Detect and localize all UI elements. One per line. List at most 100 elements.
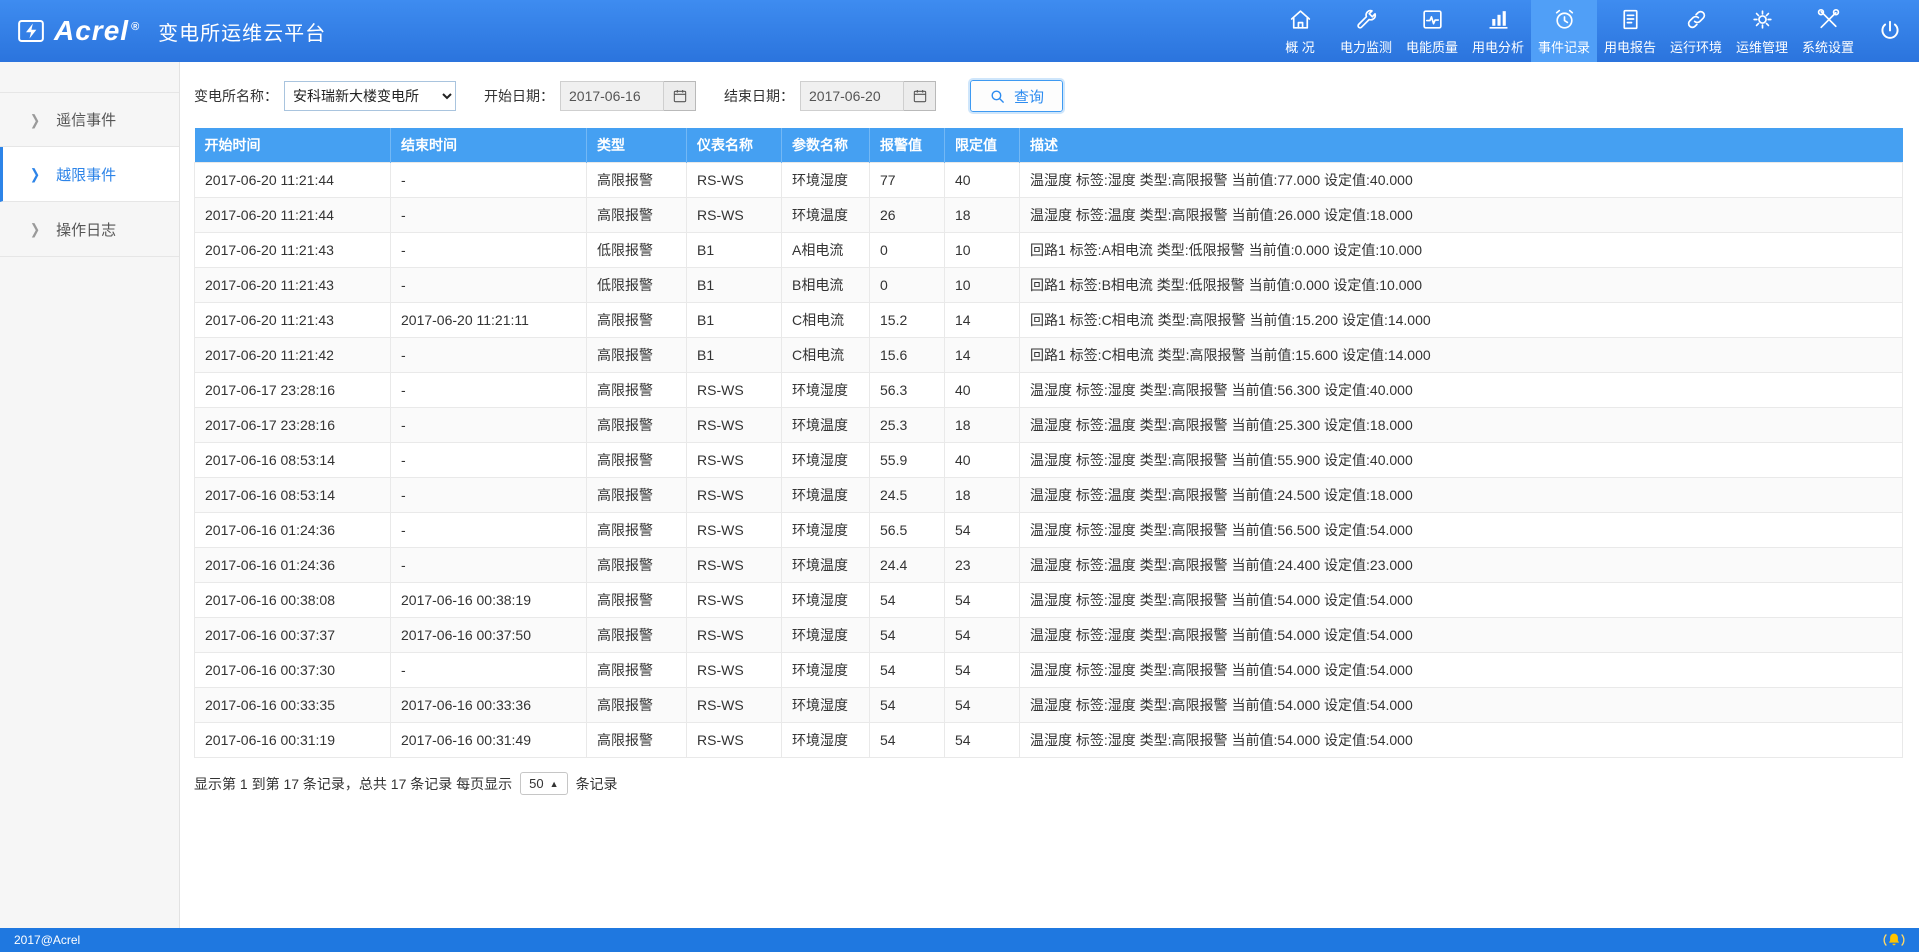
table-cell: 低限报警 xyxy=(587,268,687,303)
footer-bar: 2017@Acrel xyxy=(0,928,1919,952)
chevron-right-icon: ❯ xyxy=(30,111,40,128)
column-header-type[interactable]: 类型 xyxy=(587,128,687,163)
page-title: 变电所运维云平台 xyxy=(150,0,326,62)
table-cell: 54 xyxy=(945,583,1020,618)
station-select[interactable]: 安科瑞新大楼变电所 xyxy=(284,81,456,111)
sidebar: ❯ 遥信事件 ❯ 越限事件 ❯ 操作日志 xyxy=(0,62,180,928)
table-cell: 环境温度 xyxy=(782,198,870,233)
table-cell: 回路1 标签:C相电流 类型:高限报警 当前值:15.600 设定值:14.00… xyxy=(1020,338,1903,373)
table-cell: 18 xyxy=(945,478,1020,513)
table-cell: A相电流 xyxy=(782,233,870,268)
end-date-calendar-button[interactable] xyxy=(904,81,936,111)
sidebar-item-limit-violation-events[interactable]: ❯ 越限事件 xyxy=(0,147,179,202)
table-cell: 54 xyxy=(945,723,1020,758)
alarm-bell-button[interactable] xyxy=(1883,930,1905,950)
end-date-input[interactable] xyxy=(800,81,904,111)
table-cell: RS-WS xyxy=(687,443,782,478)
column-header-alarm-value[interactable]: 报警值 xyxy=(870,128,945,163)
table-cell: B1 xyxy=(687,338,782,373)
table-cell: 回路1 标签:A相电流 类型:低限报警 当前值:0.000 设定值:10.000 xyxy=(1020,233,1903,268)
link-icon xyxy=(1684,7,1709,32)
table-cell: 54 xyxy=(945,653,1020,688)
table-cell: 2017-06-16 00:31:19 xyxy=(195,723,391,758)
nav-label: 运行环境 xyxy=(1670,37,1722,56)
table-cell: 40 xyxy=(945,443,1020,478)
table-cell: 54 xyxy=(945,688,1020,723)
alarm-clock-icon xyxy=(1552,7,1577,32)
table-cell: 高限报警 xyxy=(587,723,687,758)
table-cell: - xyxy=(391,163,587,198)
nav-item-usage-analysis[interactable]: 用电分析 xyxy=(1465,0,1531,62)
start-date-group xyxy=(560,81,696,111)
sidebar-item-label: 操作日志 xyxy=(56,219,116,240)
table-cell: 环境湿度 xyxy=(782,688,870,723)
table-cell: 温湿度 标签:湿度 类型:高限报警 当前值:54.000 设定值:54.000 xyxy=(1020,723,1903,758)
caret-up-icon: ▲ xyxy=(550,779,559,789)
table-cell: 77 xyxy=(870,163,945,198)
column-header-parameter-name[interactable]: 参数名称 xyxy=(782,128,870,163)
nav-item-event-records[interactable]: 事件记录 xyxy=(1531,0,1597,62)
start-date-input[interactable] xyxy=(560,81,664,111)
table-row: 2017-06-20 11:21:43-低限报警B1A相电流010回路1 标签:… xyxy=(195,233,1903,268)
table-cell: - xyxy=(391,513,587,548)
table-row: 2017-06-16 08:53:14-高限报警RS-WS环境湿度55.940温… xyxy=(195,443,1903,478)
table-cell: RS-WS xyxy=(687,478,782,513)
app-window: Acrel® 变电所运维云平台 概 况 电力监测 电能质 xyxy=(0,0,1919,952)
nav-item-power-quality[interactable]: 电能质量 xyxy=(1399,0,1465,62)
table-cell: 2017-06-16 00:31:49 xyxy=(391,723,587,758)
column-header-description[interactable]: 描述 xyxy=(1020,128,1903,163)
table-cell: 24.4 xyxy=(870,548,945,583)
table-cell: - xyxy=(391,338,587,373)
table-cell: RS-WS xyxy=(687,408,782,443)
table-cell: - xyxy=(391,198,587,233)
events-table: 开始时间 结束时间 类型 仪表名称 参数名称 报警值 限定值 描述 2017-0… xyxy=(194,128,1903,758)
nav-label: 电能质量 xyxy=(1406,37,1458,56)
column-header-meter-name[interactable]: 仪表名称 xyxy=(687,128,782,163)
table-cell: 环境湿度 xyxy=(782,618,870,653)
table-cell: 高限报警 xyxy=(587,513,687,548)
table-cell: RS-WS xyxy=(687,618,782,653)
sidebar-item-operation-logs[interactable]: ❯ 操作日志 xyxy=(0,202,179,257)
table-cell: 高限报警 xyxy=(587,688,687,723)
table-cell: 18 xyxy=(945,408,1020,443)
table-cell: 环境湿度 xyxy=(782,653,870,688)
table-header: 开始时间 结束时间 类型 仪表名称 参数名称 报警值 限定值 描述 xyxy=(195,128,1903,163)
table-cell: 回路1 标签:B相电流 类型:低限报警 当前值:0.000 设定值:10.000 xyxy=(1020,268,1903,303)
page-size-select[interactable]: 50 ▲ xyxy=(520,772,567,795)
nav-item-maintenance-management[interactable]: 运维管理 xyxy=(1729,0,1795,62)
nav-item-power-monitor[interactable]: 电力监测 xyxy=(1333,0,1399,62)
table-cell: 0 xyxy=(870,233,945,268)
table-cell: 高限报警 xyxy=(587,548,687,583)
table-cell: C相电流 xyxy=(782,303,870,338)
chevron-right-icon: ❯ xyxy=(30,166,40,183)
nav-item-overview[interactable]: 概 况 xyxy=(1267,0,1333,62)
table-cell: 2017-06-16 00:33:35 xyxy=(195,688,391,723)
table-cell: - xyxy=(391,268,587,303)
table-cell: B1 xyxy=(687,233,782,268)
end-date-group xyxy=(800,81,936,111)
query-button[interactable]: 查询 xyxy=(970,80,1063,112)
table-cell: 环境温度 xyxy=(782,478,870,513)
brand: Acrel® xyxy=(0,0,150,62)
power-button[interactable] xyxy=(1861,0,1919,62)
nav-item-runtime-environment[interactable]: 运行环境 xyxy=(1663,0,1729,62)
column-header-end-time[interactable]: 结束时间 xyxy=(391,128,587,163)
table-cell: 温湿度 标签:湿度 类型:高限报警 当前值:56.500 设定值:54.000 xyxy=(1020,513,1903,548)
table-cell: 15.6 xyxy=(870,338,945,373)
gear-icon xyxy=(1750,7,1775,32)
table-cell: 56.5 xyxy=(870,513,945,548)
column-header-start-time[interactable]: 开始时间 xyxy=(195,128,391,163)
table-cell: 2017-06-17 23:28:16 xyxy=(195,373,391,408)
table-cell: 2017-06-16 08:53:14 xyxy=(195,443,391,478)
table-cell: 温湿度 标签:湿度 类型:高限报警 当前值:54.000 设定值:54.000 xyxy=(1020,618,1903,653)
nav-item-usage-report[interactable]: 用电报告 xyxy=(1597,0,1663,62)
table-cell: RS-WS xyxy=(687,583,782,618)
table-cell: 温湿度 标签:湿度 类型:高限报警 当前值:54.000 设定值:54.000 xyxy=(1020,653,1903,688)
table-cell: 高限报警 xyxy=(587,408,687,443)
nav-item-system-settings[interactable]: 系统设置 xyxy=(1795,0,1861,62)
sidebar-item-remote-signal-events[interactable]: ❯ 遥信事件 xyxy=(0,92,179,147)
column-header-limit-value[interactable]: 限定值 xyxy=(945,128,1020,163)
table-cell: 高限报警 xyxy=(587,478,687,513)
table-cell: RS-WS xyxy=(687,513,782,548)
start-date-calendar-button[interactable] xyxy=(664,81,696,111)
